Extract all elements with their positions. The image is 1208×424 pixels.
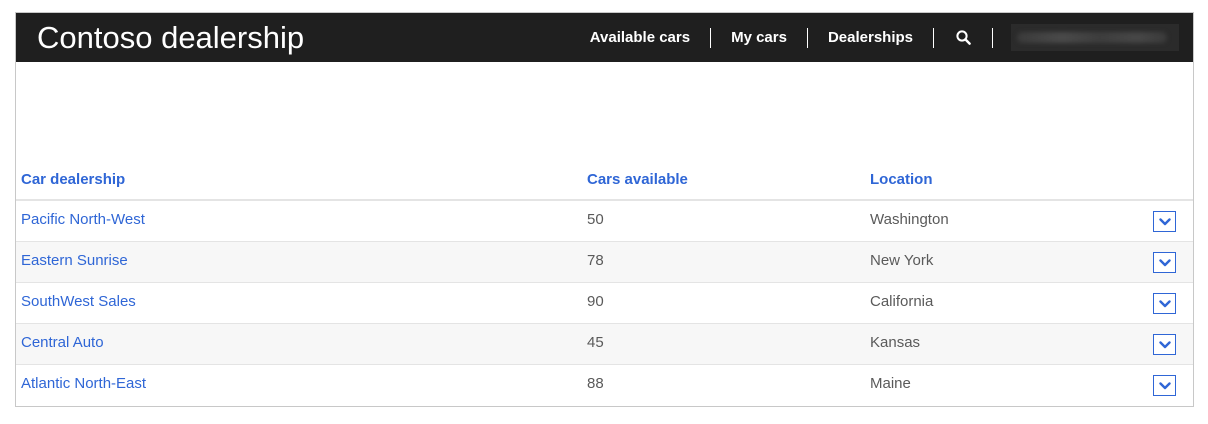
table-row: Pacific North-West 50 Washington xyxy=(16,201,1193,242)
search-button[interactable] xyxy=(934,24,992,51)
top-header: Contoso dealership Available cars My car… xyxy=(16,13,1193,62)
table-row: Central Auto 45 Kansas xyxy=(16,324,1193,365)
dealerships-table: Car dealership Cars available Location P… xyxy=(16,163,1193,405)
column-header-location[interactable]: Location xyxy=(870,171,933,188)
table-row: Eastern Sunrise 78 New York xyxy=(16,242,1193,283)
chevron-down-icon xyxy=(1158,381,1171,389)
location-value: Kansas xyxy=(870,334,921,351)
location-value: Washington xyxy=(870,211,949,228)
row-expand-button[interactable] xyxy=(1153,293,1176,314)
cars-available-value: 88 xyxy=(587,375,604,392)
dealership-link[interactable]: Pacific North-West xyxy=(21,211,145,229)
location-value: Maine xyxy=(870,375,911,392)
nav-divider xyxy=(992,27,993,48)
dealership-link[interactable]: Atlantic North-East xyxy=(21,375,146,393)
nav-dealerships[interactable]: Dealerships xyxy=(808,24,933,51)
cars-available-value: 45 xyxy=(587,334,604,351)
location-value: California xyxy=(870,293,934,310)
blurred-user-name xyxy=(1017,32,1167,43)
dealership-link[interactable]: Central Auto xyxy=(21,334,104,352)
brand-title: Contoso dealership xyxy=(37,20,305,55)
user-account-menu[interactable] xyxy=(1011,24,1179,51)
dealership-link[interactable]: SouthWest Sales xyxy=(21,293,136,311)
cars-available-value: 78 xyxy=(587,252,604,269)
main-nav: Available cars My cars Dealerships xyxy=(570,24,1179,51)
chevron-down-icon xyxy=(1158,217,1171,225)
nav-available-cars[interactable]: Available cars xyxy=(570,24,710,51)
chevron-down-icon xyxy=(1158,299,1171,307)
app-frame: Contoso dealership Available cars My car… xyxy=(15,12,1194,407)
cars-available-value: 50 xyxy=(587,211,604,228)
row-expand-button[interactable] xyxy=(1153,334,1176,355)
row-expand-button[interactable] xyxy=(1153,252,1176,273)
dealership-link[interactable]: Eastern Sunrise xyxy=(21,252,128,270)
table-row: SouthWest Sales 90 California xyxy=(16,283,1193,324)
search-icon xyxy=(955,30,971,45)
nav-my-cars[interactable]: My cars xyxy=(711,24,807,51)
column-header-dealership[interactable]: Car dealership xyxy=(21,171,125,188)
table-row: Atlantic North-East 88 Maine xyxy=(16,365,1193,405)
chevron-down-icon xyxy=(1158,258,1171,266)
chevron-down-icon xyxy=(1158,340,1171,348)
cars-available-value: 90 xyxy=(587,293,604,310)
location-value: New York xyxy=(870,252,934,269)
row-expand-button[interactable] xyxy=(1153,375,1176,396)
row-expand-button[interactable] xyxy=(1153,211,1176,232)
column-header-cars-available[interactable]: Cars available xyxy=(587,171,688,188)
table-header-row: Car dealership Cars available Location xyxy=(16,163,1193,201)
